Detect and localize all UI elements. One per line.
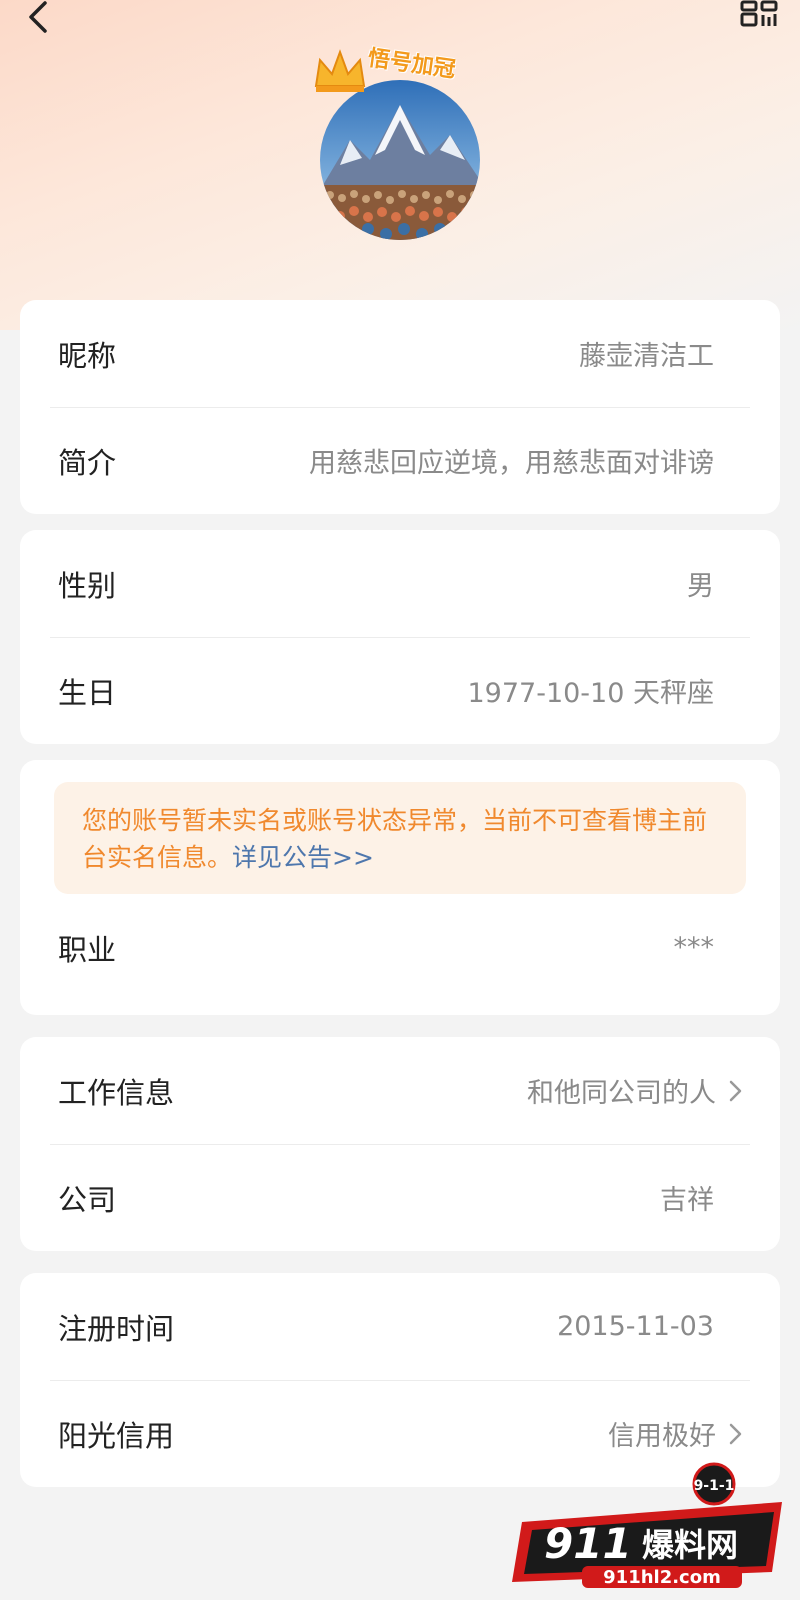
- birthday-row[interactable]: 生日 1977-10-10 天秤座: [20, 637, 780, 744]
- credit-value: 信用极好: [608, 1421, 716, 1452]
- nickname-row[interactable]: 昵称 藤壶清洁工: [20, 300, 780, 407]
- birthday-label: 生日: [58, 675, 117, 710]
- watermark-title: 爆料网: [642, 1526, 738, 1564]
- workinfo-row[interactable]: 工作信息 和他同公司的人: [20, 1037, 780, 1144]
- workinfo-value: 和他同公司的人: [527, 1078, 716, 1109]
- work-info-card: 工作信息 和他同公司的人 公司 吉祥: [20, 1037, 780, 1251]
- job-row[interactable]: 职业 ***: [20, 894, 780, 1001]
- bio-row[interactable]: 简介 用慈悲回应逆境，用慈悲面对诽谤: [20, 407, 780, 514]
- chevron-left-icon: [29, 1, 47, 33]
- chevron-right-icon: [729, 1423, 742, 1444]
- notice-link[interactable]: 详见公告>>: [232, 843, 374, 872]
- gender-label: 性别: [58, 568, 117, 603]
- avatar-image: [320, 80, 480, 240]
- gender-value: 男: [687, 571, 714, 602]
- notice-text: 您的账号暂未实名或账号状态异常，当前不可查看博主前台实名信息。: [82, 806, 708, 872]
- register-label: 注册时间: [58, 1311, 175, 1346]
- nickname-label: 昵称: [58, 338, 117, 373]
- birthday-value: 1977-10-10 天秤座: [467, 678, 715, 709]
- nickname-value: 藤壶清洁工: [579, 341, 714, 372]
- watermark-badge: 9-1-1: [694, 1478, 735, 1494]
- job-label: 职业: [58, 932, 117, 967]
- credit-label: 阳光信用: [58, 1418, 175, 1453]
- company-row[interactable]: 公司 吉祥: [20, 1144, 780, 1251]
- workinfo-label: 工作信息: [58, 1075, 175, 1110]
- avatar[interactable]: [320, 80, 480, 240]
- account-info-card: 注册时间 2015-11-03 阳光信用 信用极好: [20, 1273, 780, 1487]
- company-value: 吉祥: [660, 1185, 714, 1216]
- watermark-graphic: 9-1-1 911 爆料网 911hl2.com: [512, 1462, 782, 1588]
- crown-icon: [314, 49, 366, 92]
- bio-value: 用慈悲回应逆境，用慈悲面对诽谤: [309, 448, 714, 479]
- chevron-right-icon: [729, 1080, 742, 1101]
- verify-info-card: 您的账号暂未实名或账号状态异常，当前不可查看博主前台实名信息。详见公告>> 职业…: [20, 760, 780, 1015]
- watermark-number: 911: [544, 1519, 632, 1568]
- company-label: 公司: [58, 1182, 117, 1217]
- register-row[interactable]: 注册时间 2015-11-03: [20, 1273, 780, 1380]
- basic-info-card: 昵称 藤壶清洁工 简介 用慈悲回应逆境，用慈悲面对诽谤: [20, 300, 780, 514]
- register-value: 2015-11-03: [557, 1311, 714, 1342]
- qr-code-button[interactable]: [740, 0, 780, 30]
- realname-notice: 您的账号暂未实名或账号状态异常，当前不可查看博主前台实名信息。详见公告>>: [54, 782, 746, 894]
- bio-label: 简介: [58, 445, 117, 480]
- avatar-container[interactable]: 悟号加冠: [312, 40, 488, 240]
- avatar-crown-badge: 悟号加冠: [312, 40, 488, 100]
- back-button[interactable]: [18, 0, 58, 36]
- job-value: ***: [673, 932, 715, 963]
- watermark-logo: 9-1-1 911 爆料网 911hl2.com: [502, 1462, 792, 1592]
- gender-row[interactable]: 性别 男: [20, 530, 780, 637]
- personal-info-card: 性别 男 生日 1977-10-10 天秤座: [20, 530, 780, 744]
- avatar-badge-text: 悟号加冠: [366, 45, 457, 83]
- watermark-url: 911hl2.com: [603, 1567, 721, 1588]
- qr-code-icon: [740, 0, 778, 27]
